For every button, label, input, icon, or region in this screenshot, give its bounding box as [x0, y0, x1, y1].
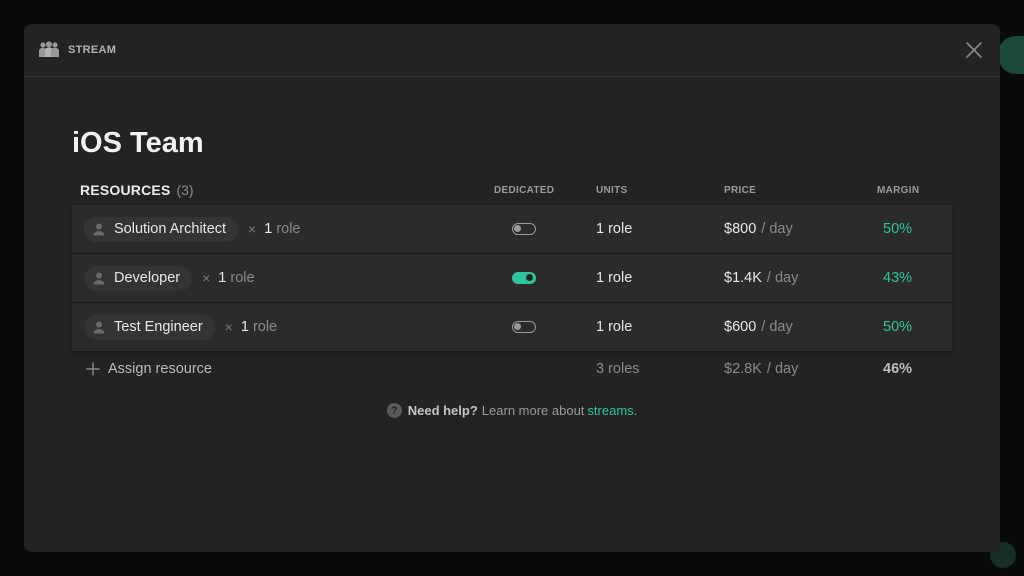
multiply-icon: × [224, 319, 233, 335]
price-amount: $1.4K [724, 270, 762, 286]
multiply-icon: × [248, 221, 257, 237]
total-margin: 46% [883, 361, 913, 377]
units-value: 1 role [596, 221, 633, 237]
total-units: 3 roles [596, 361, 640, 377]
role-chip[interactable]: Test Engineer [84, 314, 215, 340]
price-value: $600/ day [724, 319, 793, 335]
page-title: iOS Team [72, 127, 204, 159]
column-margin: MARGIN [877, 184, 920, 196]
role-label: Solution Architect [114, 221, 227, 237]
dedicated-toggle[interactable] [512, 223, 536, 235]
price-value: $1.4K / day [724, 270, 798, 286]
margin-value: 50% [883, 221, 913, 237]
role-quantity[interactable]: 1 [218, 270, 226, 286]
multiply-icon: × [202, 270, 211, 286]
table-footer: Assign resource 3 roles $2.8K / day 46% [72, 352, 952, 386]
dedicated-toggle[interactable] [512, 272, 536, 284]
toggle-knob [514, 323, 521, 330]
table-row[interactable]: Developer × 1 role 1 role $1.4K / day 43% [72, 254, 952, 303]
plus-icon [86, 362, 100, 376]
total-price-period: / day [766, 361, 799, 377]
help-body: Learn more about [481, 403, 585, 418]
column-dedicated: DEDICATED [494, 184, 555, 196]
team-icon [38, 41, 60, 59]
dedicated-toggle[interactable] [512, 321, 536, 333]
table-row[interactable]: Test Engineer × 1 role 1 role $600/ day … [72, 303, 952, 352]
assign-resource-button[interactable]: Assign resource [86, 361, 212, 377]
table-row[interactable]: Solution Architect × 1 role 1 role $800/… [72, 205, 952, 254]
role-quantity[interactable]: 1 [264, 221, 272, 237]
units-value: 1 role [596, 319, 633, 335]
table-header: RESOURCES (3) DEDICATED UNITS PRICE MARG… [72, 175, 952, 205]
role-quantity-unit: role [230, 270, 255, 286]
stream-label: STREAM [68, 44, 117, 56]
help-text: ? Need help? Learn more about streams . [72, 403, 952, 418]
resources-count: (3) [176, 182, 194, 198]
total-price-amount: $2.8K [724, 361, 762, 377]
person-icon [90, 318, 108, 336]
help-icon: ? [386, 403, 402, 418]
streams-link[interactable]: streams [587, 403, 633, 418]
role-chip[interactable]: Solution Architect [84, 216, 239, 242]
units-value: 1 role [596, 270, 633, 286]
price-amount: $600 [724, 319, 757, 335]
help-period: . [633, 403, 638, 418]
price-period: / day [761, 221, 793, 237]
close-icon [966, 42, 982, 58]
price-amount: $800 [724, 221, 757, 237]
backdrop-accent [998, 36, 1024, 74]
price-period: / day [761, 319, 793, 335]
margin-value: 50% [883, 319, 913, 335]
role-quantity[interactable]: 1 [241, 319, 249, 335]
person-icon [90, 269, 108, 287]
toggle-knob [514, 225, 521, 232]
help-heading: Need help? [407, 403, 478, 418]
resources-title: RESOURCES [80, 182, 171, 198]
column-units: UNITS [596, 184, 628, 196]
total-price: $2.8K / day [724, 361, 798, 377]
close-button[interactable] [962, 38, 986, 62]
toggle-knob [526, 274, 533, 281]
modal-header: STREAM [24, 24, 1000, 77]
person-icon [90, 220, 108, 238]
role-quantity-unit: role [276, 221, 301, 237]
column-price: PRICE [724, 184, 757, 196]
role-label: Test Engineer [114, 319, 203, 335]
price-value: $800/ day [724, 221, 793, 237]
price-period: / day [766, 270, 799, 286]
role-label: Developer [114, 270, 181, 286]
role-quantity-unit: role [252, 319, 278, 335]
margin-value: 43% [883, 270, 913, 286]
stream-modal: STREAM iOS Team RESOURCES (3) DEDICATED … [24, 24, 1000, 552]
resource-rows: Solution Architect × 1 role 1 role $800/… [72, 205, 952, 352]
assign-resource-label: Assign resource [108, 361, 212, 377]
modal-content: iOS Team RESOURCES (3) DEDICATED UNITS P… [24, 125, 1000, 418]
role-chip[interactable]: Developer [84, 265, 193, 291]
